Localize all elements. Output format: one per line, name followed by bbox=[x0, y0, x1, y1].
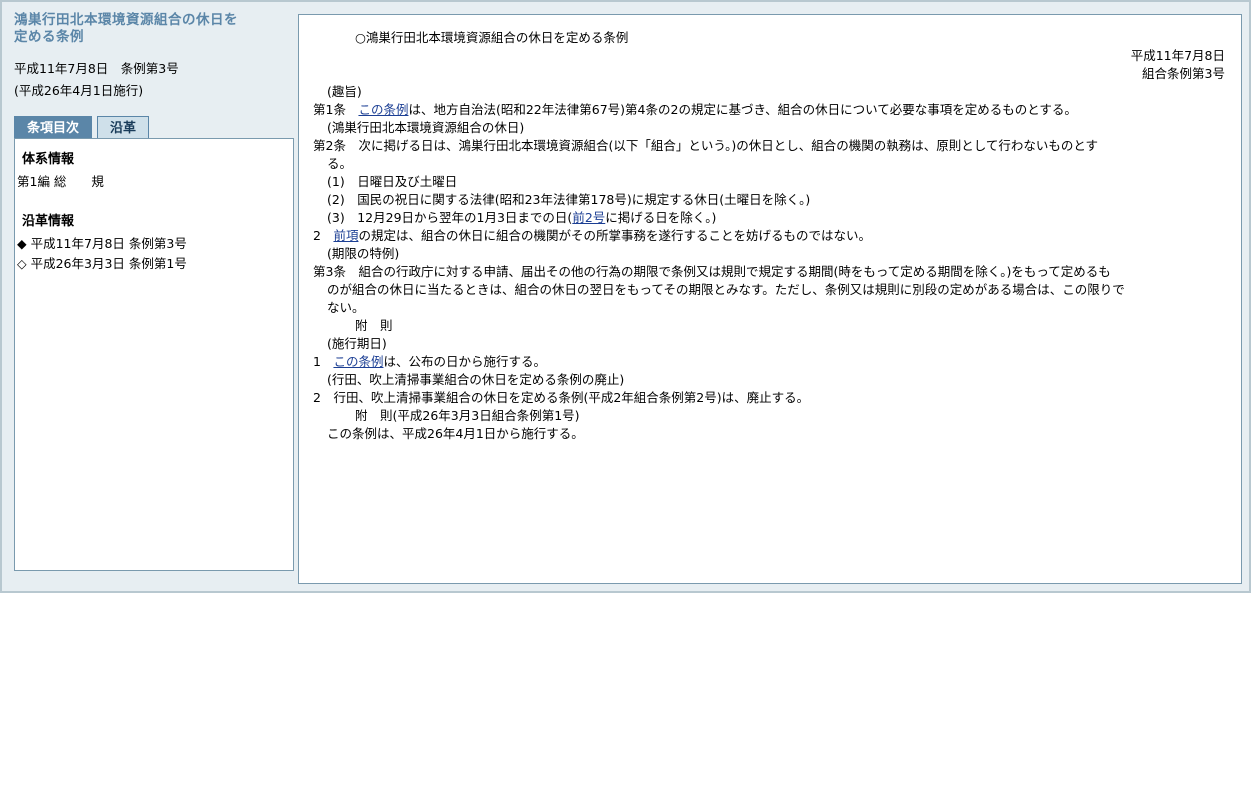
body-line: (趣旨) bbox=[327, 83, 1241, 101]
line-text: (鴻巣行田北本環境資源組合の休日) bbox=[327, 120, 525, 135]
line-prefix: 2 bbox=[313, 228, 334, 243]
ordinance-heading: ○鴻巣行田北本環境資源組合の休日を定める条例 bbox=[355, 30, 629, 45]
body-line: この条例は、平成26年4月1日から施行する。 bbox=[327, 425, 1241, 443]
body-line: (1) 日曜日及び土曜日 bbox=[327, 173, 1241, 191]
body-line: (鴻巣行田北本環境資源組合の休日) bbox=[327, 119, 1241, 137]
enactment-info: 平成11年7月8日 条例第3号 bbox=[14, 61, 179, 76]
line-text: 附 則(平成26年3月3日組合条例第1号) bbox=[355, 408, 580, 423]
line-text: (行田、吹上清掃事業組合の休日を定める条例の廃止) bbox=[327, 372, 625, 387]
line-text: ない。 bbox=[327, 300, 365, 315]
body-line: 附 則 bbox=[355, 317, 1241, 335]
line-text: は、地方自治法(昭和22年法律第67号)第4条の2の規定に基づき、組合の休日につ… bbox=[408, 102, 1077, 117]
body-line: のが組合の休日に当たるときは、組合の休日の翌日をもってその期限とみなす。ただし、… bbox=[327, 281, 1241, 299]
line-text: 附 則 bbox=[355, 318, 393, 333]
ordinance-meta: 平成11年7月8日 条例第3号 (平成26年4月1日施行) bbox=[14, 58, 294, 102]
enkaku-item-1[interactable]: ◆ 平成11年7月8日 条例第3号 bbox=[17, 237, 293, 251]
ordinance-title: 鴻巣行田北本環境資源組合の休日を 定める条例 bbox=[14, 12, 294, 46]
body-line: (行田、吹上清掃事業組合の休日を定める条例の廃止) bbox=[327, 371, 1241, 389]
tab-panel: 体系情報 第1編 総 規 沿革情報 ◆ 平成11年7月8日 条例第3号 ◇ 平成… bbox=[14, 138, 294, 571]
line-text: の規定は、組合の休日に組合の機関がその所掌事務を遂行することを妨げるものではない… bbox=[358, 228, 871, 243]
line-text: この条例は、平成26年4月1日から施行する。 bbox=[327, 426, 584, 441]
line-text: (期限の特例) bbox=[327, 246, 400, 261]
line-text: 2 行田、吹上清掃事業組合の休日を定める条例(平成2年組合条例第2号)は、廃止す… bbox=[313, 390, 810, 405]
enforcement-info: (平成26年4月1日施行) bbox=[14, 83, 144, 98]
page-frame: 鴻巣行田北本環境資源組合の休日を 定める条例 平成11年7月8日 条例第3号 (… bbox=[0, 0, 1251, 593]
line-text: (1) 日曜日及び土曜日 bbox=[327, 174, 458, 189]
sidebar: 鴻巣行田北本環境資源組合の休日を 定める条例 平成11年7月8日 条例第3号 (… bbox=[14, 12, 294, 572]
line-text: る。 bbox=[327, 156, 353, 171]
body-line: 1 この条例は、公布の日から施行する。 bbox=[313, 353, 1241, 371]
ordinance-date: 平成11年7月8日 bbox=[1130, 48, 1225, 63]
body-line: 第3条 組合の行政庁に対する申請、届出その他の行為の期限で条例又は規則で規定する… bbox=[313, 263, 1241, 281]
line-prefix: (3) 12月29日から翌年の1月3日までの日( bbox=[327, 210, 573, 225]
line-text: は、公布の日から施行する。 bbox=[383, 354, 546, 369]
line-text: (施行期日) bbox=[327, 336, 387, 351]
body-line: (施行期日) bbox=[327, 335, 1241, 353]
body-line: 附 則(平成26年3月3日組合条例第1号) bbox=[355, 407, 1241, 425]
reference-link[interactable]: この条例 bbox=[333, 354, 383, 369]
body-line: ない。 bbox=[327, 299, 1241, 317]
line-prefix: 第1条 bbox=[313, 102, 359, 117]
line-text: (2) 国民の祝日に関する法律(昭和23年法律第178号)に規定する休日(土曜日… bbox=[327, 192, 811, 207]
line-text: (趣旨) bbox=[327, 84, 362, 99]
reference-link[interactable]: 前2号 bbox=[572, 210, 605, 225]
line-text: に掲げる日を除く。) bbox=[605, 210, 717, 225]
body-line: 2 行田、吹上清掃事業組合の休日を定める条例(平成2年組合条例第2号)は、廃止す… bbox=[313, 389, 1241, 407]
body-line: 第1条 この条例は、地方自治法(昭和22年法律第67号)第4条の2の規定に基づき… bbox=[313, 101, 1241, 119]
reference-link[interactable]: 前項 bbox=[333, 228, 358, 243]
body-line: る。 bbox=[327, 155, 1241, 173]
reference-link[interactable]: この条例 bbox=[358, 102, 408, 117]
ordinance-number: 組合条例第3号 bbox=[1142, 66, 1225, 81]
body-line: (3) 12月29日から翌年の1月3日までの日(前2号に掲げる日を除く。) bbox=[327, 209, 1241, 227]
line-text: 第3条 組合の行政庁に対する申請、届出その他の行為の期限で条例又は規則で規定する… bbox=[313, 264, 1111, 279]
line-prefix: 1 bbox=[313, 354, 334, 369]
taikei-item[interactable]: 第1編 総 規 bbox=[17, 175, 293, 189]
title-line-2: 定める条例 bbox=[14, 29, 84, 45]
enkaku-title: 沿革情報 bbox=[22, 214, 75, 229]
taikei-title: 体系情報 bbox=[22, 152, 75, 167]
body-line: 第2条 次に掲げる日は、鴻巣行田北本環境資源組合(以下「組合」という。)の休日と… bbox=[313, 137, 1241, 155]
body-line: (期限の特例) bbox=[327, 245, 1241, 263]
body-line: (2) 国民の祝日に関する法律(昭和23年法律第178号)に規定する休日(土曜日… bbox=[327, 191, 1241, 209]
body-line: 2 前項の規定は、組合の休日に組合の機関がその所掌事務を遂行することを妨げるもの… bbox=[313, 227, 1241, 245]
title-line-1: 鴻巣行田北本環境資源組合の休日を bbox=[14, 12, 238, 28]
line-text: 第2条 次に掲げる日は、鴻巣行田北本環境資源組合(以下「組合」という。)の休日と… bbox=[313, 138, 1098, 153]
line-text: のが組合の休日に当たるときは、組合の休日の翌日をもってその期限とみなす。ただし、… bbox=[327, 282, 1125, 297]
enkaku-item-2[interactable]: ◇ 平成26年3月3日 条例第1号 bbox=[17, 257, 293, 271]
ordinance-body: ○鴻巣行田北本環境資源組合の休日を定める条例 平成11年7月8日 組合条例第3号… bbox=[298, 14, 1242, 584]
